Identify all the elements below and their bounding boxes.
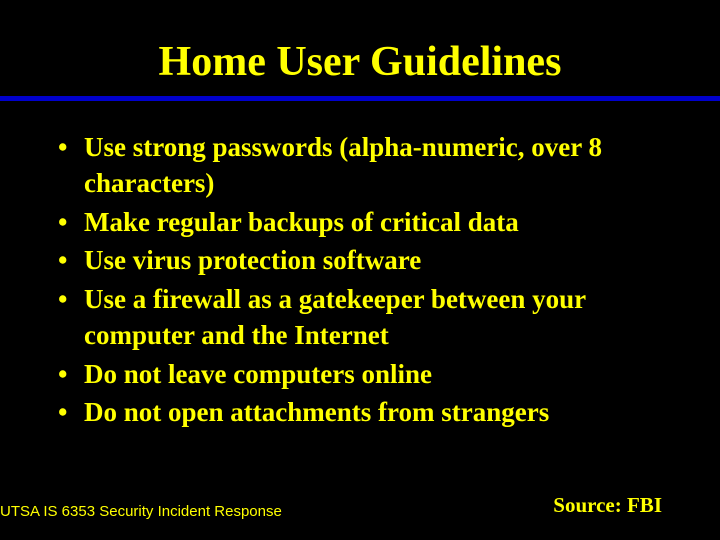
bullet-icon: • bbox=[58, 242, 67, 278]
list-item: • Use a firewall as a gatekeeper between… bbox=[58, 281, 680, 354]
bullet-text: Use strong passwords (alpha-numeric, ove… bbox=[84, 132, 602, 198]
bullet-icon: • bbox=[58, 356, 67, 392]
bullet-text: Use a firewall as a gatekeeper between y… bbox=[84, 284, 586, 350]
slide-title: Home User Guidelines bbox=[0, 38, 720, 86]
bullet-icon: • bbox=[58, 129, 67, 165]
bullet-icon: • bbox=[58, 204, 67, 240]
list-item: • Do not leave computers online bbox=[58, 356, 680, 392]
bullet-list: • Use strong passwords (alpha-numeric, o… bbox=[58, 129, 680, 431]
bullet-text: Make regular backups of critical data bbox=[84, 207, 519, 237]
title-area: Home User Guidelines bbox=[0, 0, 720, 86]
list-item: • Use strong passwords (alpha-numeric, o… bbox=[58, 129, 680, 202]
footer-source: Source: FBI bbox=[553, 493, 662, 518]
footer-left-text: UTSA IS 6353 Security Incident Response bbox=[0, 503, 282, 520]
list-item: • Use virus protection software bbox=[58, 242, 680, 278]
list-item: • Do not open attachments from strangers bbox=[58, 394, 680, 430]
content-area: • Use strong passwords (alpha-numeric, o… bbox=[0, 101, 720, 431]
list-item: • Make regular backups of critical data bbox=[58, 204, 680, 240]
bullet-icon: • bbox=[58, 281, 67, 317]
bullet-text: Do not leave computers online bbox=[84, 359, 432, 389]
bullet-icon: • bbox=[58, 394, 67, 430]
bullet-text: Do not open attachments from strangers bbox=[84, 397, 549, 427]
bullet-text: Use virus protection software bbox=[84, 245, 421, 275]
